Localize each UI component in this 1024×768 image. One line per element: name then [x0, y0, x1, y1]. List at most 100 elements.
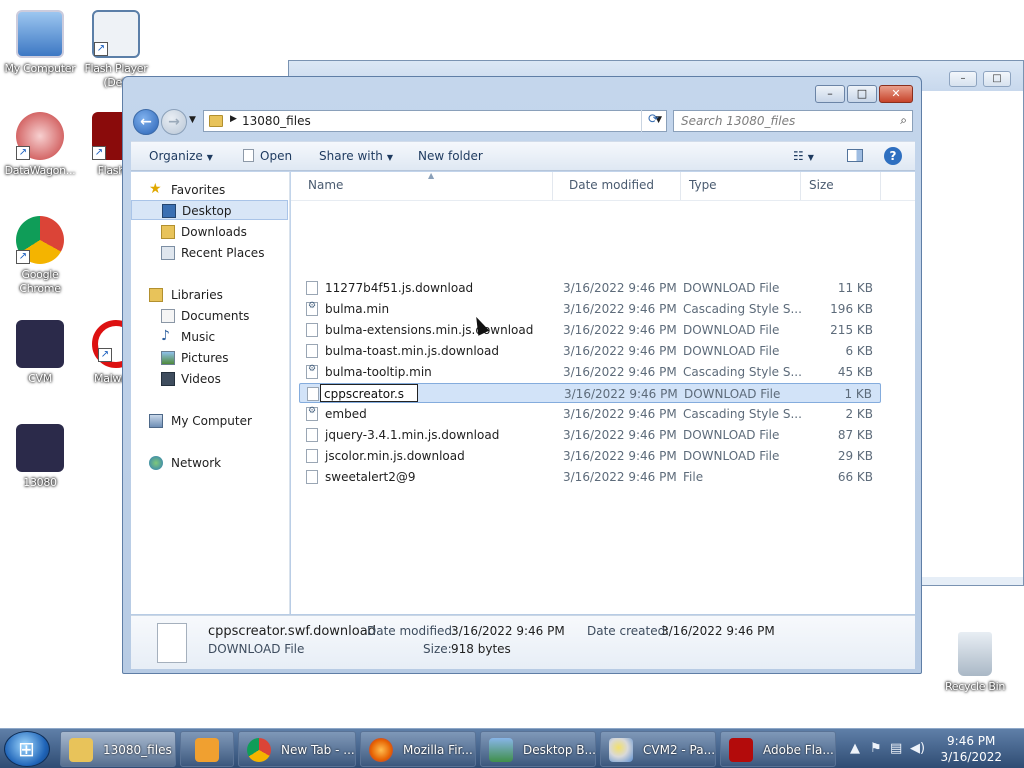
desktop-icon-google-chrome[interactable]: ↗ Google Chrome [0, 216, 80, 296]
file-row[interactable]: jquery-3.4.1.min.js.download 3/16/2022 9:… [299, 425, 881, 445]
file-type: Cascading Style S... [683, 407, 802, 421]
share-with-button[interactable]: Share with ▼ [319, 149, 393, 163]
column-header-date[interactable]: Date modified [561, 172, 681, 200]
preview-pane-button[interactable] [847, 149, 863, 165]
desktop-icon-datawagon[interactable]: ↗ DataWagon... [0, 112, 80, 178]
forward-button[interactable]: → [161, 109, 187, 135]
file-type: File [683, 470, 704, 484]
nav-label: Network [171, 456, 222, 470]
close-button[interactable]: ✕ [879, 85, 913, 103]
file-size: 66 KB [837, 470, 873, 484]
nav-documents[interactable]: Documents [131, 306, 288, 326]
breadcrumb-chevron-icon[interactable]: ▶ [230, 114, 237, 124]
background-maximize-button[interactable]: □ [983, 71, 1011, 87]
file-name: bulma-tooltip.min [325, 365, 432, 379]
nav-favorites[interactable]: ★ Favorites [131, 180, 288, 200]
taskbar-item-desktop[interactable]: Desktop B... [480, 731, 596, 767]
file-date: 3/16/2022 9:46 PM [563, 323, 677, 337]
nav-libraries[interactable]: Libraries [131, 285, 288, 305]
file-date: 3/16/2022 9:46 PM [563, 407, 677, 421]
breadcrumb-current-folder[interactable]: 13080_files [242, 114, 311, 128]
file-type: DOWNLOAD File [683, 281, 780, 295]
details-pane: cppscreator.swf.download DOWNLOAD File D… [131, 615, 915, 669]
change-view-button[interactable]: ☷ ▼ [793, 149, 814, 163]
maximize-button[interactable]: □ [847, 85, 877, 103]
file-name: jscolor.min.js.download [325, 449, 465, 463]
file-date: 3/16/2022 9:46 PM [563, 344, 677, 358]
file-row[interactable]: sweetalert2@9 3/16/2022 9:46 PM File 66 KB [299, 467, 881, 487]
taskbar-item-firefox[interactable]: Mozilla Fir... [360, 731, 476, 767]
refresh-button[interactable]: ⟳ [641, 110, 665, 132]
desktop-icon-label: My Computer [4, 62, 76, 75]
desktop-icon-recycle-bin[interactable]: Recycle Bin [935, 632, 1015, 694]
desktop-icon-13080[interactable]: 13080 [0, 424, 80, 490]
open-button[interactable]: Open [243, 149, 292, 163]
nav-videos[interactable]: Videos [131, 369, 288, 389]
taskbar-item-label: New Tab - ... [281, 743, 355, 757]
file-size: 6 KB [845, 344, 873, 358]
rename-input[interactable] [320, 384, 418, 402]
file-row[interactable]: bulma.min 3/16/2022 9:46 PM Cascading Styl… [299, 299, 881, 319]
nav-recent-places[interactable]: Recent Places [131, 243, 288, 263]
nav-pictures[interactable]: Pictures [131, 348, 288, 368]
recent-pages-dropdown-icon[interactable]: ▼ [189, 115, 196, 125]
back-button[interactable]: ← [133, 109, 159, 135]
file-type: DOWNLOAD File [683, 344, 780, 358]
taskbar-item-media-player[interactable] [180, 731, 234, 767]
search-box[interactable]: ⌕ [673, 110, 913, 132]
file-type: DOWNLOAD File [684, 387, 781, 401]
file-row[interactable]: embed 3/16/2022 9:46 PM Cascading Style S.… [299, 404, 881, 424]
refresh-icon: ⟳ [648, 112, 659, 127]
file-date: 3/16/2022 9:46 PM [563, 365, 677, 379]
minimize-button[interactable]: – [815, 85, 845, 103]
nav-desktop[interactable]: Desktop [131, 200, 288, 220]
nav-my-computer[interactable]: My Computer [131, 411, 288, 431]
nav-network[interactable]: Network [131, 453, 288, 473]
taskbar: 13080_files New Tab - ... Mozilla Fir...… [0, 728, 1024, 768]
start-button[interactable] [4, 731, 50, 767]
desktop-icon-label: Google Chrome [19, 268, 61, 295]
stylesheet-icon [306, 364, 318, 379]
help-button[interactable]: ? [884, 147, 902, 165]
navigation-pane: ★ Favorites Desktop Downloads Recent Plac… [131, 172, 290, 614]
search-icon[interactable]: ⌕ [900, 113, 907, 128]
taskbar-item-flash-player[interactable]: Adobe Fla... [720, 731, 836, 767]
column-header-type[interactable]: Type [681, 172, 801, 200]
file-type: Cascading Style S... [683, 365, 802, 379]
show-hidden-icons-icon[interactable]: ▲ [850, 741, 860, 756]
file-row[interactable]: bulma-toast.min.js.download 3/16/2022 9:4… [299, 341, 881, 361]
clock[interactable]: 9:46 PM 3/16/2022 [940, 733, 1002, 765]
desktop-icon-cvm[interactable]: CVM [0, 320, 80, 386]
address-bar[interactable]: ▶ 13080_files ▼ [203, 110, 667, 132]
file-icon [306, 344, 318, 358]
nav-downloads[interactable]: Downloads [131, 222, 288, 242]
network-icon[interactable]: ▤ [890, 741, 902, 756]
taskbar-item-chrome[interactable]: New Tab - ... [238, 731, 356, 767]
taskbar-item-paint[interactable]: CVM2 - Pa... [600, 731, 716, 767]
taskbar-item-label: Desktop B... [523, 743, 596, 757]
volume-icon[interactable]: ◀) [910, 741, 925, 756]
file-row[interactable]: 11277b4f51.js.download 3/16/2022 9:46 PM D… [299, 278, 881, 298]
explorer-window[interactable]: – □ ✕ ← → ▼ ▶ 13080_files ▼ ⟳ ⌕ Organize… [122, 76, 922, 674]
search-input[interactable] [674, 111, 884, 131]
chevron-down-icon: ▼ [206, 153, 213, 162]
file-row[interactable]: jscolor.min.js.download 3/16/2022 9:46 PM… [299, 446, 881, 466]
desktop-icon-my-computer[interactable]: My Computer [0, 10, 80, 76]
taskbar-item-explorer[interactable]: 13080_files [60, 731, 176, 767]
column-header-size[interactable]: Size [801, 172, 881, 200]
new-folder-button[interactable]: New folder [418, 149, 483, 163]
details-size-label: Size: [423, 642, 452, 656]
column-header-name[interactable]: ▲ Name [291, 171, 553, 200]
nav-music[interactable]: ♪ Music [131, 327, 288, 347]
details-filename: cppscreator.swf.download [208, 624, 376, 639]
desktop-icon-label: Recycle Bin [944, 680, 1006, 693]
file-row[interactable]: bulma-tooltip.min 3/16/2022 9:46 PM Cascad… [299, 362, 881, 382]
computer-icon [16, 10, 64, 58]
file-row-selected[interactable]: 3/16/2022 9:46 PM DOWNLOAD File 1 KB [299, 383, 881, 403]
chevron-down-icon: ▼ [386, 153, 394, 162]
action-center-icon[interactable]: ⚑ [870, 741, 882, 756]
organize-button[interactable]: Organize ▼ [149, 149, 213, 163]
file-row[interactable]: bulma-extensions.min.js.download 3/16/202… [299, 320, 881, 340]
nav-label: Recent Places [181, 246, 265, 260]
background-minimize-button[interactable]: – [949, 71, 977, 87]
